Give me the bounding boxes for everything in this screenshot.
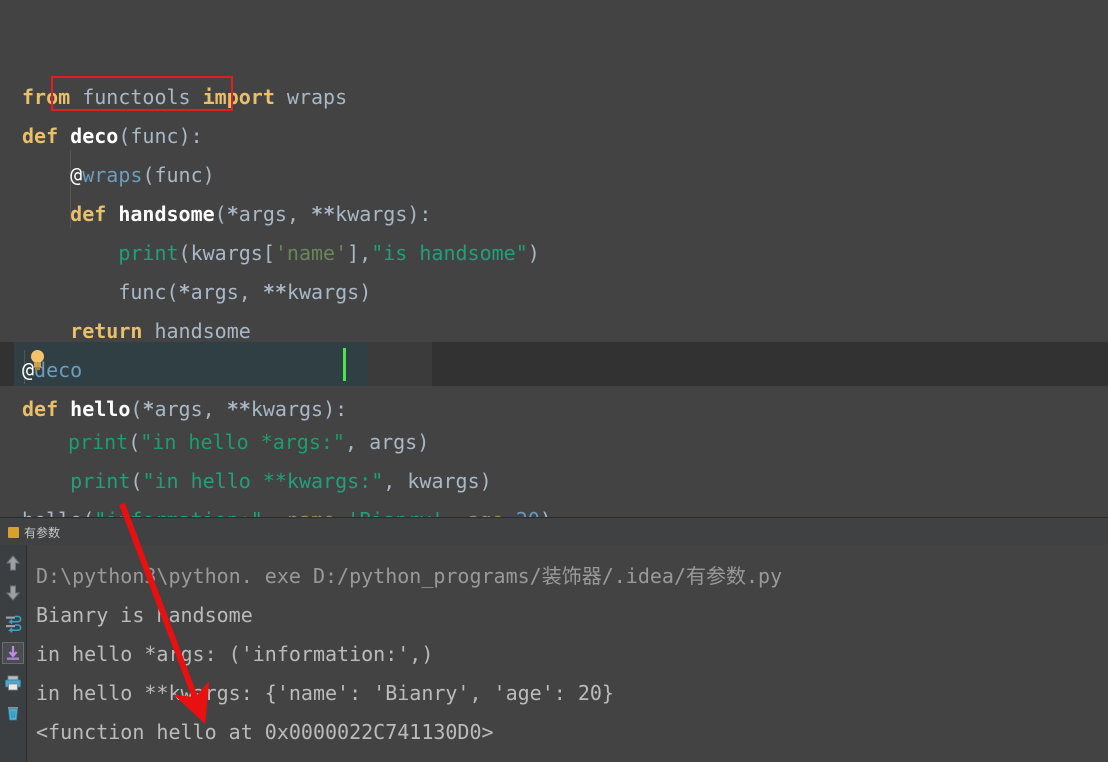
code-line[interactable]: print(kwargs['name'],"is handsome") bbox=[0, 156, 1108, 265]
console-line: <function hello at 0x0000022C741130D0> bbox=[36, 720, 494, 744]
clear-all-icon[interactable] bbox=[3, 703, 23, 723]
run-tab-label: 有参数 bbox=[24, 525, 61, 540]
soft-wrap-icon[interactable] bbox=[3, 613, 23, 633]
console-line: in hello **kwargs: {'name': 'Bianry', 'a… bbox=[36, 681, 614, 705]
code-line[interactable]: hello("information:", name='Bianry', age… bbox=[0, 423, 1108, 517]
console-toolbar[interactable] bbox=[0, 545, 27, 762]
code-line[interactable]: from functools import wraps bbox=[0, 0, 1108, 109]
code-line[interactable]: @deco bbox=[0, 273, 1108, 382]
scroll-to-end-icon[interactable] bbox=[2, 642, 24, 664]
code-line[interactable]: return handsome bbox=[0, 234, 1108, 343]
code-editor[interactable]: from functools import wraps def deco(fun… bbox=[0, 0, 1108, 517]
code-line[interactable]: def handsome(*args, **kwargs): bbox=[0, 117, 1108, 226]
code-line[interactable]: @wraps(func) bbox=[0, 78, 1108, 187]
code-line[interactable]: print(hello) bbox=[0, 462, 1108, 501]
console-line: in hello *args: ('information:',) bbox=[36, 642, 434, 666]
scroll-down-icon[interactable] bbox=[3, 583, 23, 603]
ide-window: from functools import wraps def deco(fun… bbox=[0, 0, 1108, 762]
console-line: D:\python3\python. exe D:/python_program… bbox=[36, 564, 783, 588]
text-caret bbox=[343, 348, 346, 381]
print-icon[interactable] bbox=[3, 673, 23, 693]
run-tool-window: 有参数 D:\python3\python. exe D:/python_pro… bbox=[0, 517, 1108, 762]
code-line[interactable]: def deco(func): bbox=[0, 39, 1108, 148]
code-line[interactable]: print("in hello **kwargs:", kwargs) bbox=[0, 384, 1108, 493]
run-tab-bar: 有参数 bbox=[0, 518, 1108, 546]
code-line[interactable]: func(*args, **kwargs) bbox=[0, 195, 1108, 304]
python-file-icon bbox=[8, 526, 19, 538]
scroll-up-icon[interactable] bbox=[3, 553, 23, 573]
console-line: Bianry is handsome bbox=[36, 603, 253, 627]
run-tab[interactable]: 有参数 bbox=[6, 521, 66, 543]
code-line-active[interactable]: print("in hello *args:", args) bbox=[0, 345, 1108, 454]
console-output[interactable]: D:\python3\python. exe D:/python_program… bbox=[27, 545, 1108, 754]
